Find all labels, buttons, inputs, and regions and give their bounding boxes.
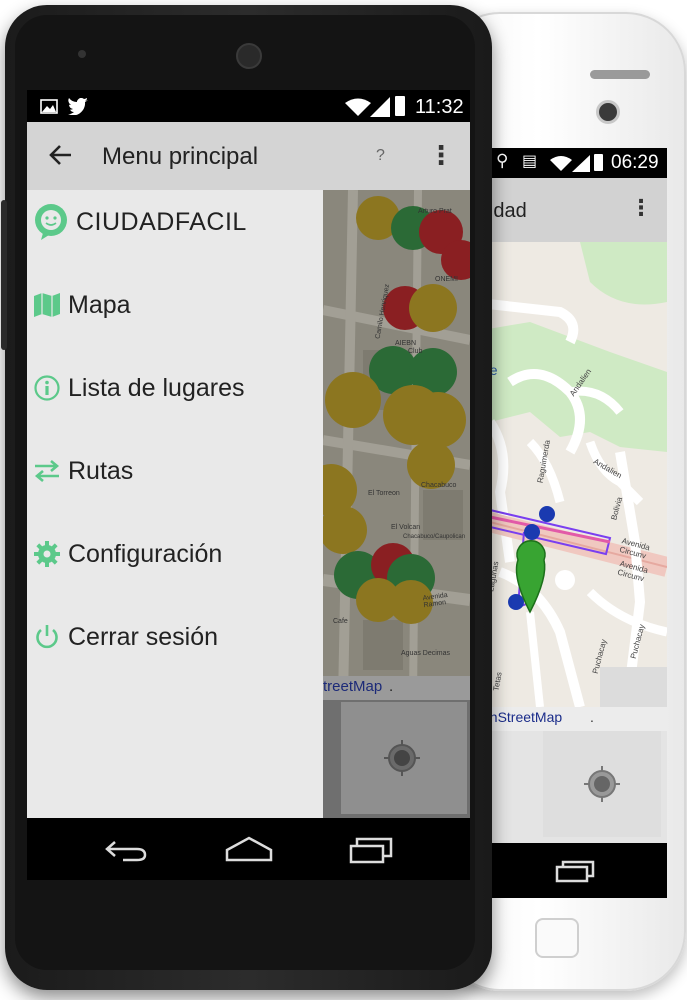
- attribution-period: .: [590, 709, 594, 725]
- map-label: Arturo Prat: [418, 208, 452, 215]
- twitter-icon: [68, 98, 88, 115]
- recent-apps-icon[interactable]: [555, 859, 595, 883]
- wifi-icon: [345, 98, 371, 116]
- signal-icon: [572, 155, 590, 172]
- attribution-link[interactable]: treetMap: [323, 678, 382, 695]
- back-physical-home-button[interactable]: [535, 918, 579, 958]
- recent-apps-icon[interactable]: [349, 836, 393, 864]
- front-phone-camera: [236, 43, 262, 69]
- front-phone-side-button: [1, 200, 7, 350]
- map-label: Chacabuco: [421, 482, 457, 489]
- drawer-item-label: Mapa: [68, 290, 131, 319]
- swap-arrows-icon: [32, 456, 62, 486]
- map-icon: [32, 290, 62, 320]
- app-brand-name: CIUDADFACIL: [76, 208, 247, 236]
- back-map-attribution[interactable]: enStreetMap .: [470, 707, 667, 731]
- front-status-bar: 11:32: [27, 90, 470, 122]
- drawer-item-label: Cerrar sesión: [68, 622, 219, 651]
- wifi-icon: [550, 156, 572, 171]
- back-arrow-icon[interactable]: [49, 144, 73, 166]
- crosshair-icon: [384, 740, 420, 776]
- home-nav-icon[interactable]: [225, 836, 273, 862]
- front-status-time: 11:32: [415, 96, 464, 118]
- drawer-item-lista-de-lugares[interactable]: Lista de lugares: [32, 368, 245, 408]
- crosshair-icon: [584, 766, 620, 802]
- power-icon: [32, 622, 62, 652]
- front-navigation-bar: [27, 818, 470, 880]
- vibrate-icon: ▤: [522, 151, 538, 170]
- map-label: El Torreon: [368, 490, 400, 497]
- back-my-location-button[interactable]: [543, 731, 661, 837]
- info-icon: [32, 373, 62, 403]
- drawer-item-mapa[interactable]: Mapa: [32, 285, 131, 325]
- gear-icon: [32, 539, 62, 569]
- back-phone-camera: [596, 100, 620, 124]
- battery-icon: [594, 154, 603, 171]
- map-label: Aguas Decimas: [401, 650, 451, 657]
- attribution-link[interactable]: enStreetMap: [482, 709, 562, 725]
- map-label: ONEMI: [435, 276, 458, 283]
- location-icon: ⚲: [496, 151, 509, 171]
- battery-icon: [395, 96, 405, 116]
- map-label: El Volcan: [391, 524, 421, 531]
- drawer-item-label: Configuración: [68, 539, 223, 568]
- front-map-attribution[interactable]: treetMap .: [323, 676, 470, 700]
- map-label: AIEBN: [395, 340, 417, 347]
- my-location-button[interactable]: [341, 702, 467, 814]
- drawer-item-label: Rutas: [68, 456, 134, 485]
- help-button[interactable]: ?: [376, 147, 385, 165]
- attribution-period: .: [389, 678, 394, 695]
- back-nav-icon[interactable]: [105, 838, 147, 862]
- map-label: Club: [408, 348, 423, 355]
- map-label: Chacabuco/Caupolican: [403, 534, 466, 540]
- drawer-item-cerrar-sesion[interactable]: Cerrar sesión: [32, 617, 218, 657]
- back-phone-speaker: [590, 70, 650, 79]
- signal-icon: [370, 97, 390, 117]
- front-map[interactable]: Arturo Prat ONEMI Camilo Henriquez AIEBN…: [323, 190, 470, 700]
- back-overflow-menu-icon[interactable]: ⋮: [630, 196, 652, 221]
- drawer-item-configuracion[interactable]: Configuración: [32, 534, 222, 574]
- drawer-item-label: Lista de lugares: [68, 373, 245, 402]
- back-map[interactable]: Andalien Andalien Raguimerda Bolivia Ave…: [470, 242, 667, 707]
- gallery-icon: [40, 99, 58, 114]
- back-navigation-bar: [470, 843, 667, 898]
- drawer-item-rutas[interactable]: Rutas: [32, 451, 133, 491]
- overflow-menu-icon[interactable]: ⋮: [428, 141, 454, 171]
- back-status-bar: ⚲ ▤ 06:29: [470, 148, 667, 178]
- map-label: Cafe: [333, 618, 348, 625]
- app-logo-icon: [35, 204, 67, 240]
- front-phone-sensor: [78, 50, 86, 58]
- page-title: Menu principal: [102, 143, 259, 170]
- back-status-time: 06:29: [611, 152, 659, 173]
